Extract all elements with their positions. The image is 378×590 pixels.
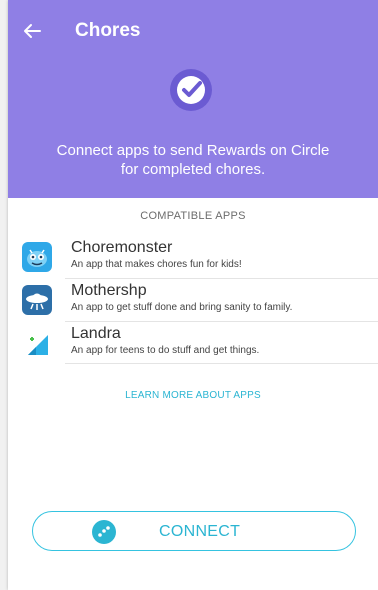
header-subtitle: Connect apps to send Rewards on Circle f…: [56, 142, 330, 178]
divider: [65, 278, 378, 279]
app-name: Landra: [71, 325, 121, 342]
app-description: An app to get stuff done and bring sanit…: [71, 302, 293, 313]
dots-icon: [92, 520, 116, 544]
back-button[interactable]: [22, 17, 50, 45]
divider: [65, 363, 378, 364]
landra-logo-icon: [28, 335, 48, 355]
app-description: An app for teens to do stuff and get thi…: [71, 345, 260, 356]
connect-button[interactable]: CONNECT: [32, 511, 356, 551]
app-item-landra[interactable]: Landra An app for teens to do stuff and …: [8, 323, 378, 363]
compatible-apps-heading: COMPATIBLE APPS: [140, 210, 246, 222]
app-item-mothershp[interactable]: Mothershp An app to get stuff done and b…: [8, 280, 378, 320]
check-circle-icon: [170, 69, 212, 111]
connect-label: CONNECT: [159, 523, 241, 540]
arrow-left-icon: [24, 24, 41, 38]
learn-more-link[interactable]: LEARN MORE ABOUT APPS: [8, 390, 378, 401]
choremonster-logo-icon: [22, 242, 52, 272]
app-name: Mothershp: [71, 282, 147, 299]
app-description: An app that makes chores fun for kids!: [71, 259, 242, 270]
page-title: Chores: [75, 20, 141, 41]
chores-card: Chores Connect apps to send Rewards on C…: [8, 0, 378, 590]
divider: [65, 321, 378, 322]
app-name: Choremonster: [71, 239, 173, 256]
header: Chores Connect apps to send Rewards on C…: [8, 0, 378, 198]
app-item-choremonster[interactable]: Choremonster An app that makes chores fu…: [8, 237, 378, 277]
mothershp-logo-icon: [22, 285, 52, 315]
